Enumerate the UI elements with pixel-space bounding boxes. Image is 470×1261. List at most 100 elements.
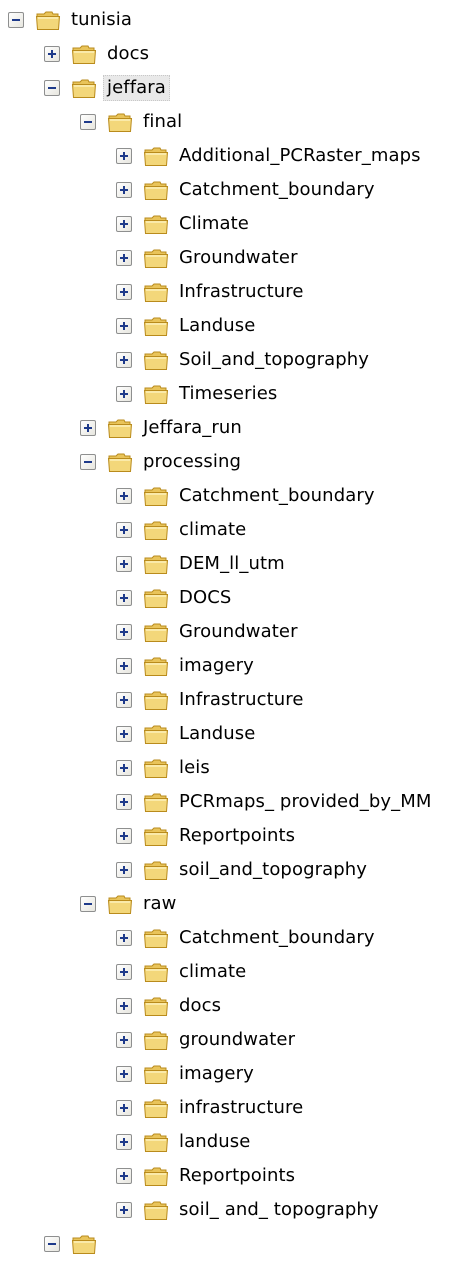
tree-row[interactable]: Groundwater: [116, 615, 302, 649]
expand-plus-icon[interactable]: [116, 930, 132, 946]
expand-plus-icon[interactable]: [116, 522, 132, 538]
expand-plus-icon[interactable]: [116, 352, 132, 368]
tree-row[interactable]: climate: [116, 955, 250, 989]
tree-row[interactable]: soil_ and_ topography: [116, 1193, 383, 1227]
tree-row[interactable]: Additional_PCRaster_maps: [116, 139, 425, 173]
tree-row[interactable]: Climate: [116, 207, 253, 241]
tree-row[interactable]: infrastructure: [116, 1091, 307, 1125]
collapse-minus-icon[interactable]: [44, 1236, 60, 1252]
tree-row[interactable]: imagery: [116, 1057, 258, 1091]
expand-plus-icon[interactable]: [116, 148, 132, 164]
folder-label[interactable]: docs: [175, 993, 225, 1019]
expand-plus-icon[interactable]: [116, 692, 132, 708]
folder-label[interactable]: climate: [175, 517, 250, 543]
folder-label[interactable]: jeffara: [103, 75, 170, 101]
folder-label[interactable]: Soil_and_topography: [175, 347, 373, 373]
tree-row[interactable]: Soil_and_topography: [116, 343, 373, 377]
expand-plus-icon[interactable]: [116, 624, 132, 640]
tree-row[interactable]: docs: [44, 37, 153, 71]
folder-label[interactable]: Infrastructure: [175, 687, 308, 713]
collapse-minus-icon[interactable]: [80, 114, 96, 130]
folder-label[interactable]: landuse: [175, 1129, 254, 1155]
folder-label[interactable]: Jeffara_run: [139, 415, 246, 441]
folder-label[interactable]: Infrastructure: [175, 279, 308, 305]
tree-row[interactable]: processing: [80, 445, 245, 479]
tree-row[interactable]: [44, 1227, 111, 1261]
collapse-minus-icon[interactable]: [8, 12, 24, 28]
tree-row[interactable]: Infrastructure: [116, 275, 308, 309]
expand-plus-icon[interactable]: [116, 216, 132, 232]
expand-plus-icon[interactable]: [116, 284, 132, 300]
tree-row[interactable]: landuse: [116, 1125, 254, 1159]
tree-row[interactable]: Catchment_boundary: [116, 921, 379, 955]
tree-row[interactable]: Infrastructure: [116, 683, 308, 717]
tree-row[interactable]: climate: [116, 513, 250, 547]
folder-label[interactable]: Timeseries: [175, 381, 281, 407]
tree-row[interactable]: Reportpoints: [116, 819, 299, 853]
folder-label[interactable]: Additional_PCRaster_maps: [175, 143, 425, 169]
folder-label[interactable]: Groundwater: [175, 619, 302, 645]
expand-plus-icon[interactable]: [116, 658, 132, 674]
tree-row[interactable]: groundwater: [116, 1023, 299, 1057]
expand-plus-icon[interactable]: [116, 828, 132, 844]
expand-plus-icon[interactable]: [116, 386, 132, 402]
folder-label[interactable]: climate: [175, 959, 250, 985]
expand-plus-icon[interactable]: [116, 794, 132, 810]
folder-label[interactable]: DOCS: [175, 585, 235, 611]
folder-label[interactable]: infrastructure: [175, 1095, 307, 1121]
folder-label[interactable]: final: [139, 109, 186, 135]
tree-row[interactable]: Jeffara_run: [80, 411, 246, 445]
tree-row[interactable]: docs: [116, 989, 225, 1023]
folder-label[interactable]: raw: [139, 891, 180, 917]
expand-plus-icon[interactable]: [116, 726, 132, 742]
folder-label[interactable]: PCRmaps_ provided_by_MM: [175, 789, 435, 815]
expand-plus-icon[interactable]: [116, 1100, 132, 1116]
folder-label[interactable]: Catchment_boundary: [175, 483, 379, 509]
tree-row[interactable]: tunisia: [8, 3, 136, 37]
folder-label[interactable]: processing: [139, 449, 245, 475]
expand-plus-icon[interactable]: [116, 318, 132, 334]
expand-plus-icon[interactable]: [116, 1168, 132, 1184]
expand-plus-icon[interactable]: [116, 1032, 132, 1048]
folder-label[interactable]: Landuse: [175, 721, 259, 747]
collapse-minus-icon[interactable]: [80, 896, 96, 912]
folder-label[interactable]: soil_ and_ topography: [175, 1197, 383, 1223]
tree-row[interactable]: PCRmaps_ provided_by_MM: [116, 785, 435, 819]
tree-row[interactable]: jeffara: [44, 71, 170, 105]
tree-row[interactable]: DEM_ll_utm: [116, 547, 289, 581]
expand-plus-icon[interactable]: [116, 862, 132, 878]
folder-label[interactable]: leis: [175, 755, 214, 781]
expand-plus-icon[interactable]: [116, 182, 132, 198]
folder-label[interactable]: Catchment_boundary: [175, 925, 379, 951]
tree-row[interactable]: Catchment_boundary: [116, 479, 379, 513]
folder-label[interactable]: Reportpoints: [175, 823, 299, 849]
expand-plus-icon[interactable]: [116, 556, 132, 572]
expand-plus-icon[interactable]: [116, 488, 132, 504]
expand-plus-icon[interactable]: [44, 46, 60, 62]
expand-plus-icon[interactable]: [116, 1066, 132, 1082]
collapse-minus-icon[interactable]: [44, 80, 60, 96]
tree-row[interactable]: Groundwater: [116, 241, 302, 275]
tree-row[interactable]: final: [80, 105, 186, 139]
tree-row[interactable]: Reportpoints: [116, 1159, 299, 1193]
folder-label[interactable]: tunisia: [67, 7, 136, 33]
expand-plus-icon[interactable]: [116, 760, 132, 776]
tree-row[interactable]: Catchment_boundary: [116, 173, 379, 207]
expand-plus-icon[interactable]: [116, 590, 132, 606]
tree-row[interactable]: Timeseries: [116, 377, 281, 411]
folder-label[interactable]: [103, 1242, 111, 1246]
expand-plus-icon[interactable]: [116, 250, 132, 266]
collapse-minus-icon[interactable]: [80, 454, 96, 470]
expand-plus-icon[interactable]: [116, 964, 132, 980]
tree-row[interactable]: imagery: [116, 649, 258, 683]
folder-label[interactable]: docs: [103, 41, 153, 67]
folder-label[interactable]: Groundwater: [175, 245, 302, 271]
tree-row[interactable]: leis: [116, 751, 214, 785]
tree-row[interactable]: raw: [80, 887, 180, 921]
folder-label[interactable]: soil_and_topography: [175, 857, 371, 883]
tree-row[interactable]: Landuse: [116, 309, 259, 343]
tree-row[interactable]: Landuse: [116, 717, 259, 751]
folder-label[interactable]: imagery: [175, 1061, 258, 1087]
folder-label[interactable]: Climate: [175, 211, 253, 237]
folder-label[interactable]: imagery: [175, 653, 258, 679]
